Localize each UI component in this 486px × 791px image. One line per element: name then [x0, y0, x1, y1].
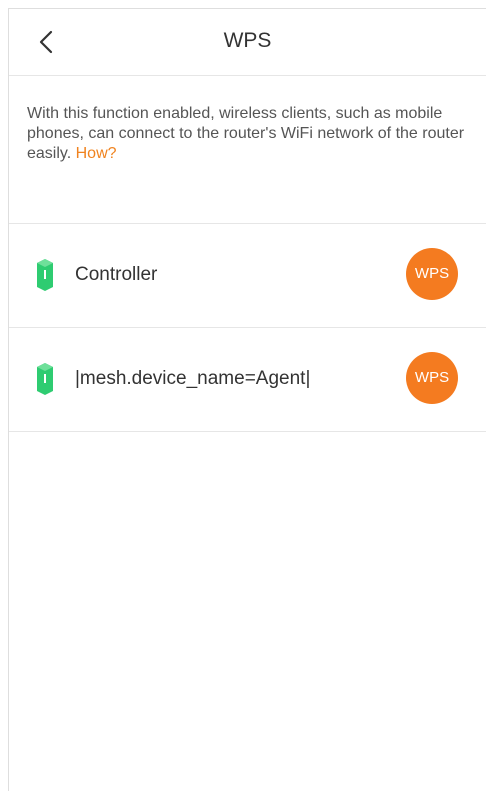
mesh-node-icon [37, 259, 53, 291]
page-title: WPS [223, 29, 272, 52]
header: WPS [9, 9, 486, 76]
how-link[interactable]: How? [76, 145, 117, 162]
wps-description: With this function enabled, wireless cli… [9, 76, 486, 224]
device-row-controller: Controller WPS [9, 224, 486, 328]
wps-button[interactable]: WPS [406, 248, 458, 300]
device-name: Controller [75, 264, 158, 285]
wps-button[interactable]: WPS [406, 352, 458, 404]
device-name: |mesh.device_name=Agent| [75, 368, 311, 389]
mesh-node-icon [37, 363, 53, 395]
screen: WPS With this function enabled, wireless… [8, 8, 486, 791]
device-row-agent: |mesh.device_name=Agent| WPS [9, 328, 486, 432]
